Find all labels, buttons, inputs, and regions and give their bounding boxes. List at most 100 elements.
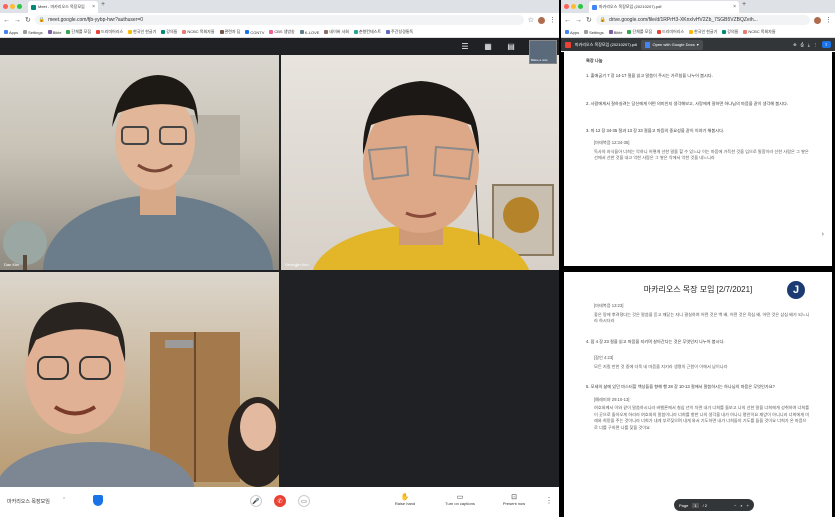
chat-icon[interactable]: ▦: [478, 39, 498, 53]
reload-icon[interactable]: ↻: [25, 16, 31, 24]
tab-pdf[interactable]: 마카리오스 목장모임 (20210207).pdf ×: [589, 1, 739, 13]
chevron-down-icon: ▾: [696, 42, 699, 47]
bookmark-item[interactable]: CGNTV: [245, 30, 264, 35]
close-icon[interactable]: ×: [733, 4, 736, 10]
new-tab-button[interactable]: +: [742, 1, 746, 8]
video-tile-2[interactable]: Seongjin Kim: [281, 55, 559, 270]
window-controls[interactable]: [564, 4, 583, 9]
people-icon[interactable]: ☰: [455, 39, 475, 53]
bookmark-icon: [657, 30, 661, 34]
camera-button[interactable]: ▭: [298, 495, 310, 507]
bookmark-item[interactable]: Settings: [584, 30, 604, 35]
video-tile-3[interactable]: [0, 272, 279, 487]
share-button[interactable]: ⇪: [821, 41, 831, 48]
bookmark-icon: [23, 30, 28, 34]
meet-top-actions: ☰ ▦ ▤: [455, 39, 521, 53]
next-page-icon[interactable]: ›: [822, 231, 824, 239]
reload-icon[interactable]: ↻: [586, 16, 592, 24]
print-icon[interactable]: ⎙: [801, 42, 804, 47]
forward-icon[interactable]: →: [575, 17, 582, 24]
bookmark-icon: [66, 30, 71, 34]
download-icon[interactable]: ⤓: [808, 42, 810, 47]
address-bar[interactable]: 🔒 meet.google.com/fjb-yybp-hwr?authuser=…: [34, 15, 524, 25]
bookmark-item[interactable]: Bible: [47, 30, 61, 35]
bookmark-item[interactable]: Bible: [608, 30, 622, 35]
bookmark-item[interactable]: 네이버 사회: [324, 29, 349, 35]
page-controls[interactable]: Page 1 / 2 − ⌕ +: [674, 499, 754, 511]
bookmark-item[interactable]: 한국인 한글기: [689, 29, 717, 35]
avatar[interactable]: [538, 16, 545, 24]
page-number-input[interactable]: 1: [692, 502, 699, 508]
empty-tile: [281, 272, 559, 487]
bookmark-item[interactable]: 드리미어리스: [657, 29, 684, 35]
bookmark-icon: [627, 30, 632, 34]
bookmark-icon: [245, 30, 250, 34]
bookmark-icon: [182, 30, 187, 34]
bookmark-icon: [161, 30, 166, 34]
new-tab-button[interactable]: +: [101, 1, 105, 8]
bookmark-item[interactable]: 강의들: [722, 29, 738, 35]
meeting-title[interactable]: 마카리오스 목장모임: [7, 498, 50, 505]
bookmark-icon: [689, 30, 694, 34]
chevron-up-icon[interactable]: ⌃: [62, 497, 66, 503]
bookmark-item[interactable]: 관련자 딥: [219, 29, 240, 35]
bookmark-icon: [722, 30, 727, 34]
bookmark-item[interactable]: 한국인 한글기: [128, 29, 156, 35]
mic-button[interactable]: 🎤: [250, 495, 262, 507]
bookmark-icon: [219, 30, 224, 34]
open-with-button[interactable]: Open with Google Docs ▾: [641, 39, 703, 50]
zoom-out-icon[interactable]: −: [734, 503, 736, 508]
zoom-in-icon[interactable]: +: [747, 503, 749, 508]
star-icon[interactable]: ☆: [528, 16, 534, 24]
bookmark-icon: [299, 30, 304, 34]
tab-bar: Meet - 마카리오스 목장모임 × +: [0, 0, 559, 13]
menu-icon[interactable]: ⋮: [549, 16, 556, 24]
add-to-drive-icon[interactable]: ⊕: [793, 42, 796, 47]
bookmark-item[interactable]: NCBC 목회자들: [743, 29, 776, 35]
more-options-icon[interactable]: ⋮: [545, 496, 553, 505]
bookmark-item[interactable]: 단체를 모집: [627, 29, 652, 35]
forward-icon[interactable]: →: [14, 17, 21, 24]
avatar[interactable]: [814, 16, 821, 24]
bookmark-icon: [269, 30, 274, 34]
address-toolbar: ← → ↻ 🔒 drive.google.com/file/d/1RPrH3-X…: [561, 13, 835, 27]
zoom-icon[interactable]: ⌕: [740, 503, 742, 508]
back-icon[interactable]: ←: [3, 17, 10, 24]
bookmark-item[interactable]: 강의들: [161, 29, 177, 35]
participant-video: [3, 75, 273, 270]
bookmark-item[interactable]: 드리미어리스: [96, 29, 123, 35]
shield-icon[interactable]: [93, 495, 103, 506]
file-name: 마카리오스 목장모임 (20210207).pdf: [575, 41, 638, 47]
video-tile-1[interactable]: Dan Kim: [0, 55, 279, 270]
back-icon[interactable]: ←: [564, 17, 571, 24]
docs-icon: [645, 41, 651, 48]
menu-icon[interactable]: ⋮: [825, 16, 832, 24]
hand-icon: ✋: [400, 494, 410, 501]
bookmark-icon: [4, 30, 8, 34]
bookmark-item[interactable]: Apps: [565, 30, 579, 35]
bookmark-icon: [608, 30, 613, 34]
activities-icon[interactable]: ▤: [501, 39, 521, 53]
bookmark-item[interactable]: Apps: [4, 30, 18, 35]
present-button[interactable]: ⊡ Present now: [496, 493, 532, 506]
pdf-page-1: 목장 나눔 1. 출애굽기 7 장 14-17 절을 읽고 말씀이 주시는 가르…: [564, 52, 832, 266]
self-view[interactable]: Blake a note: [529, 40, 557, 64]
close-icon[interactable]: ×: [92, 4, 95, 10]
window-controls[interactable]: [3, 4, 22, 9]
drive-window: 마카리오스 목장모임 (20210207).pdf × + ← → ↻ 🔒 dr…: [561, 0, 835, 517]
address-bar[interactable]: 🔒 drive.google.com/file/d/1RPrH3-XKnxIvH…: [595, 15, 810, 25]
tab-meet[interactable]: Meet - 마카리오스 목장모임 ×: [28, 1, 98, 13]
bookmark-item[interactable]: 춘향컨테스트: [353, 29, 381, 35]
bookmark-item[interactable]: 단체를 모집: [66, 29, 91, 35]
hangup-button[interactable]: ✆: [274, 495, 286, 507]
bookmark-icon: [47, 30, 52, 34]
bookmark-item[interactable]: 주간성경통독: [386, 29, 413, 35]
more-icon[interactable]: ⋮: [814, 42, 818, 47]
bookmark-item[interactable]: CBS 생방송: [269, 29, 295, 35]
raise-hand-button[interactable]: ✋ Raise hand: [390, 493, 420, 506]
meet-icon: [31, 4, 36, 10]
captions-button[interactable]: ▭ Turn on captions: [440, 493, 480, 506]
bookmark-item[interactable]: Settings: [23, 30, 43, 35]
bookmark-item[interactable]: K-LOVE: [299, 30, 319, 35]
bookmark-item[interactable]: NCBC 목회자들: [182, 29, 215, 35]
